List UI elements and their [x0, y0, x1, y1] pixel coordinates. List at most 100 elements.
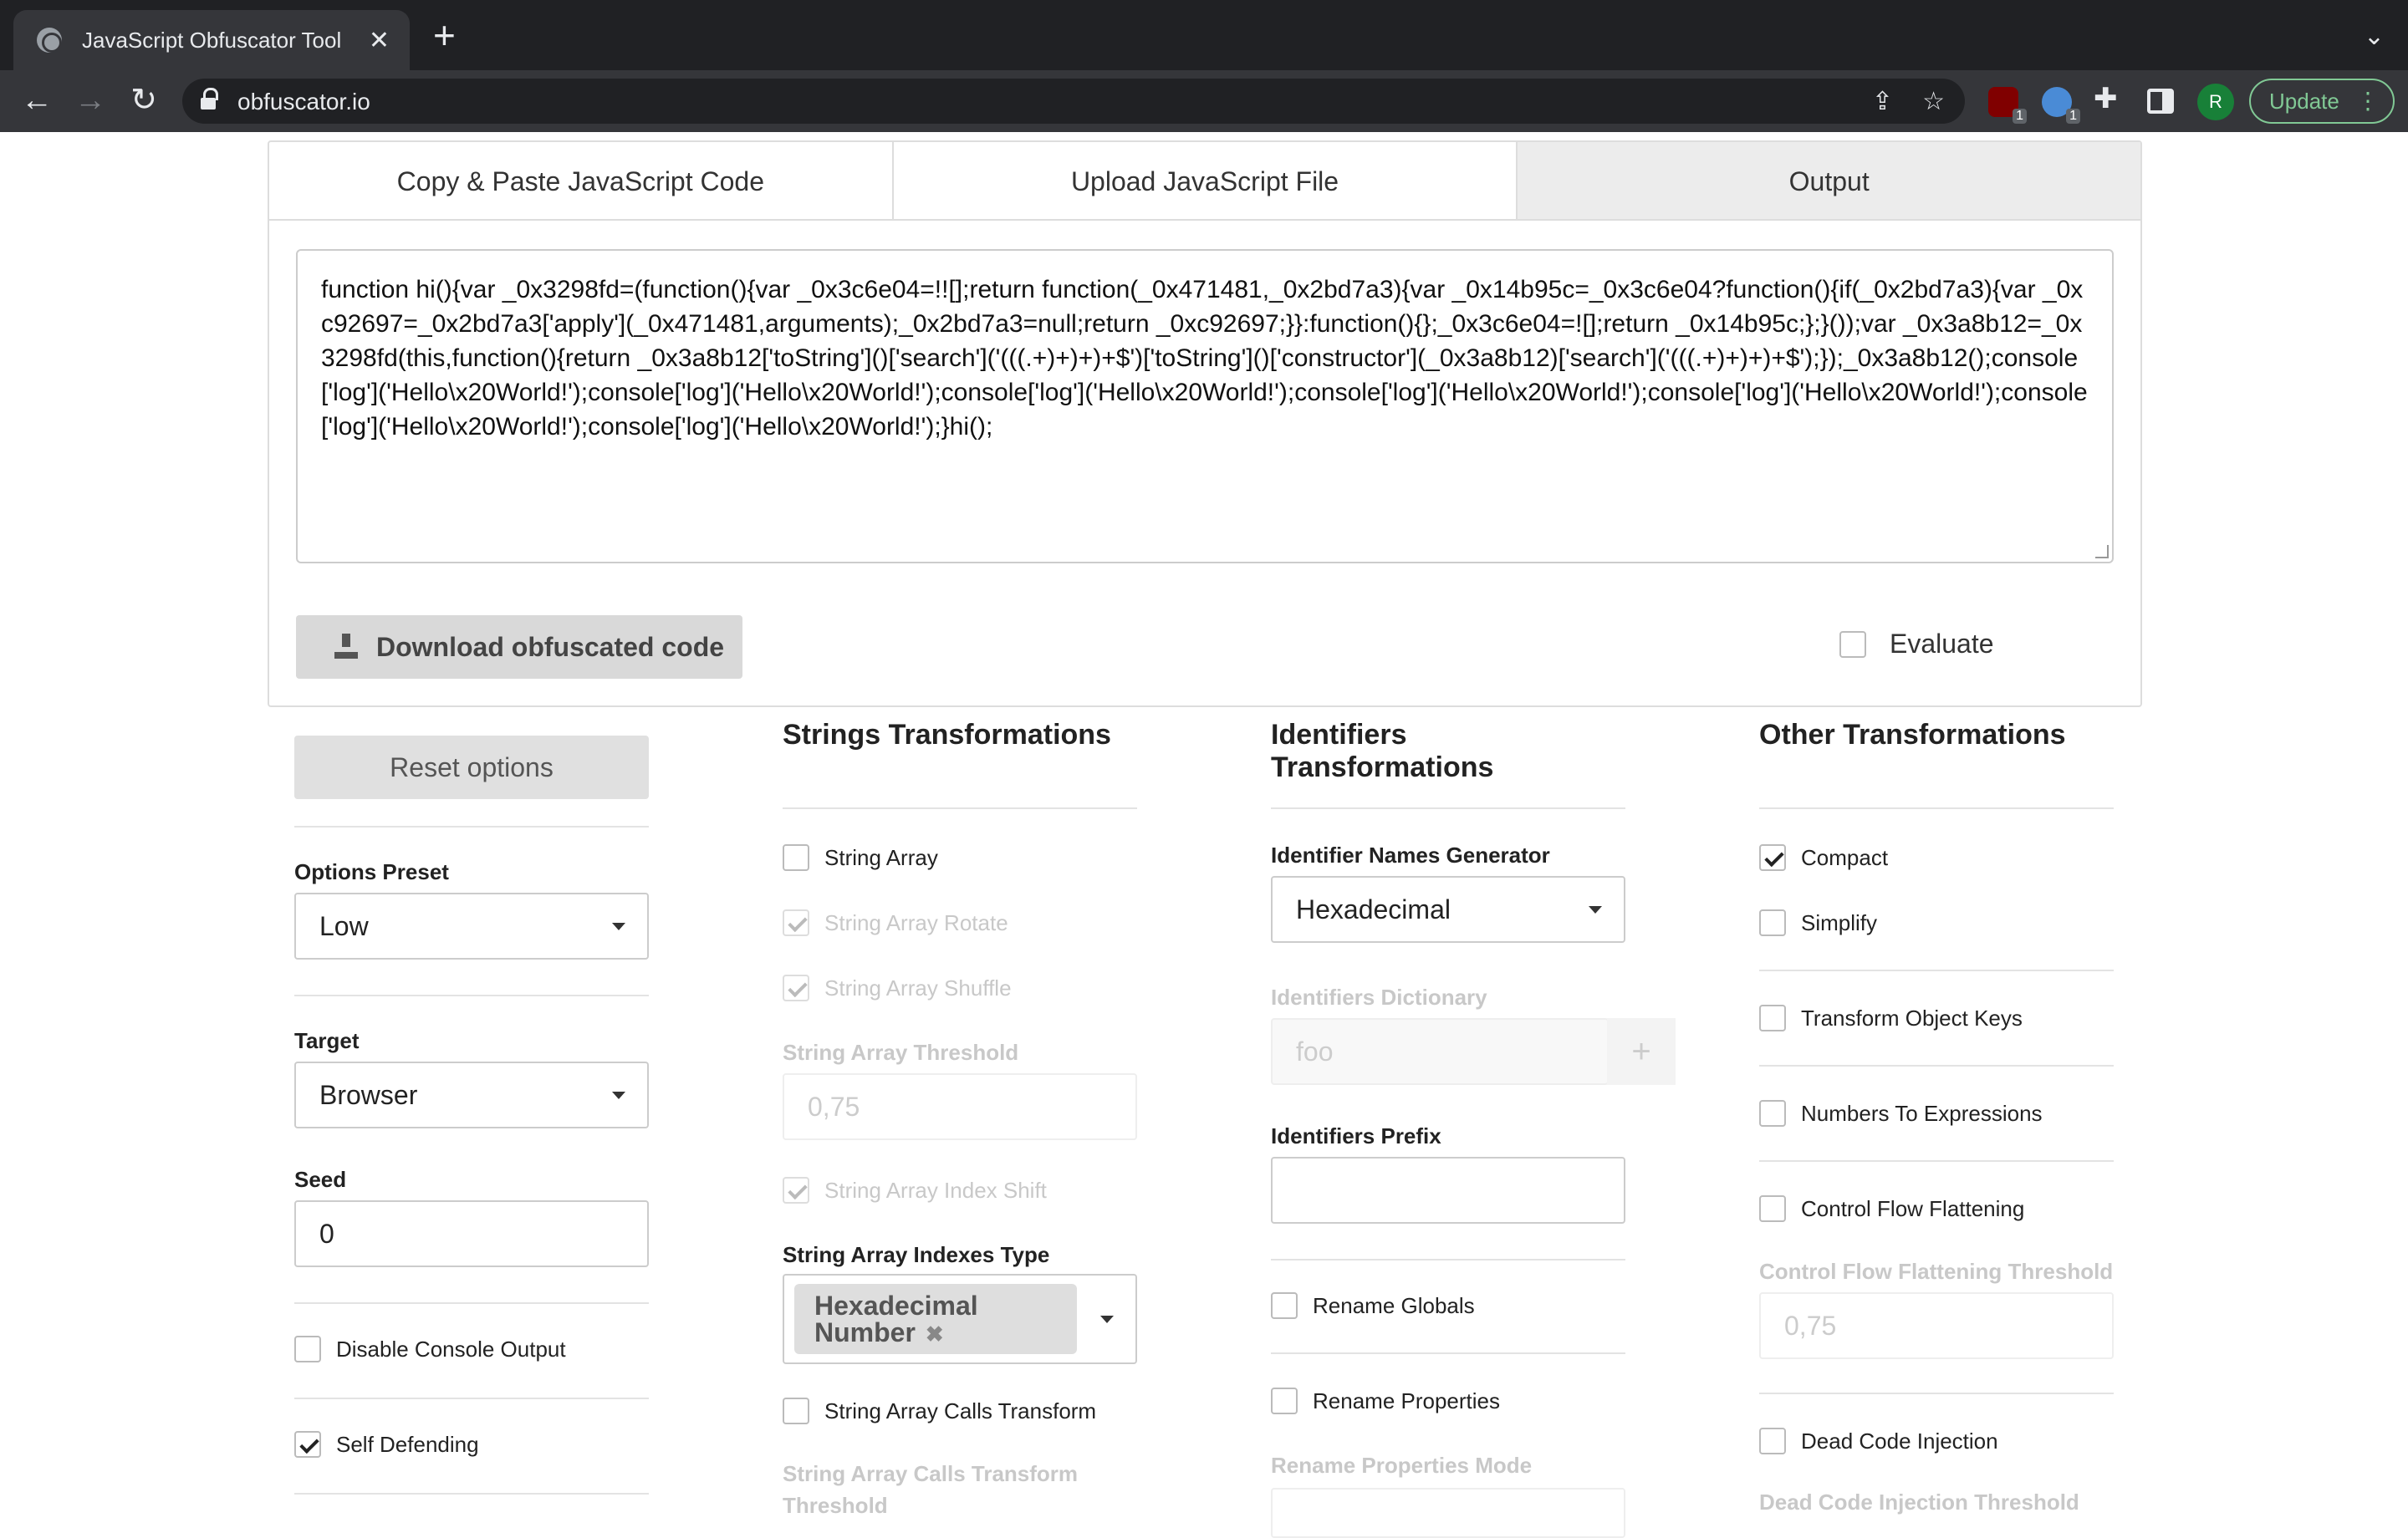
caret-down-icon	[1589, 906, 1602, 914]
profile-avatar[interactable]: R	[2197, 84, 2234, 120]
divider	[1271, 1352, 1625, 1354]
simplify-label: Simplify	[1801, 909, 1878, 935]
back-arrow-icon[interactable]: ←	[17, 80, 57, 120]
ublock-extension-icon[interactable]: 1	[1988, 87, 2027, 124]
tab-output[interactable]: Output	[1518, 142, 2141, 219]
string-array-rotate-option[interactable]: String Array Rotate	[783, 909, 1008, 936]
globe-icon	[37, 28, 62, 53]
cff-threshold-input[interactable]: 0,75	[1759, 1292, 2114, 1359]
forward-arrow-icon[interactable]: →	[70, 80, 110, 120]
dead-code-injection-option[interactable]: Dead Code Injection	[1759, 1428, 1998, 1454]
update-label: Update	[2269, 89, 2339, 114]
compact-checkbox[interactable]	[1759, 844, 1786, 871]
identifiers-prefix-label: Identifiers Prefix	[1271, 1123, 1441, 1148]
string-array-calls-transform-checkbox[interactable]	[783, 1398, 809, 1424]
string-array-calls-transform-label: String Array Calls Transform	[824, 1398, 1097, 1423]
share-icon[interactable]: ⇪	[1872, 87, 1893, 116]
string-array-option[interactable]: String Array	[783, 844, 938, 871]
divider	[1759, 1065, 2114, 1067]
string-array-shuffle-option[interactable]: String Array Shuffle	[783, 975, 1012, 1001]
options-preset-select[interactable]: Low	[294, 893, 649, 960]
string-array-checkbox[interactable]	[783, 844, 809, 871]
seed-value: 0	[319, 1219, 334, 1249]
ghostery-extension-icon[interactable]: 1	[2042, 87, 2080, 124]
disable-console-output-checkbox[interactable]	[294, 1336, 321, 1362]
rename-globals-option[interactable]: Rename Globals	[1271, 1292, 1475, 1319]
string-array-threshold-label: String Array Threshold	[783, 1040, 1019, 1065]
download-icon	[334, 634, 358, 659]
rename-properties-checkbox[interactable]	[1271, 1388, 1298, 1414]
address-bar[interactable]: obfuscator.io ⇪ ☆	[182, 79, 1965, 124]
divider	[1759, 1393, 2114, 1394]
url-text: obfuscator.io	[237, 89, 370, 115]
page-content: Copy & Paste JavaScript Code Upload Java…	[0, 132, 2408, 1538]
remove-tag-icon[interactable]: ✖	[926, 1322, 944, 1347]
divider	[1759, 1160, 2114, 1162]
rename-properties-option[interactable]: Rename Properties	[1271, 1388, 1500, 1414]
evaluate-checkbox-row[interactable]: Evaluate	[1839, 629, 1994, 660]
simplify-checkbox[interactable]	[1759, 909, 1786, 936]
lock-icon[interactable]	[201, 88, 218, 109]
transform-object-keys-checkbox[interactable]	[1759, 1005, 1786, 1031]
target-select[interactable]: Browser	[294, 1062, 649, 1128]
string-array-indexes-type-select[interactable]: Hexadecimal Number ✖	[783, 1274, 1137, 1364]
string-array-threshold-input[interactable]: 0,75	[783, 1073, 1137, 1140]
evaluate-checkbox[interactable]	[1839, 630, 1866, 658]
compact-label: Compact	[1801, 844, 1889, 870]
string-array-label: String Array	[824, 844, 938, 870]
update-button[interactable]: Update ⋮	[2249, 79, 2395, 124]
more-vert-icon[interactable]: ⋮	[2356, 80, 2380, 122]
output-code-text: function hi(){var _0x3298fd=(function(){…	[321, 276, 2088, 441]
seed-label: Seed	[294, 1167, 347, 1192]
add-dictionary-icon[interactable]: +	[1607, 1018, 1676, 1085]
control-flow-flattening-checkbox[interactable]	[1759, 1195, 1786, 1222]
divider	[294, 1398, 649, 1399]
seed-input[interactable]: 0	[294, 1200, 649, 1267]
string-array-rotate-checkbox[interactable]	[783, 909, 809, 936]
identifiers-transformations-heading: Identifiers Transformations	[1271, 719, 1494, 783]
rename-globals-checkbox[interactable]	[1271, 1292, 1298, 1319]
string-array-index-shift-option[interactable]: String Array Index Shift	[783, 1177, 1047, 1204]
tab-upload-file[interactable]: Upload JavaScript File	[894, 142, 1518, 219]
string-array-calls-transform-option[interactable]: String Array Calls Transform	[783, 1398, 1096, 1424]
disable-console-output-option[interactable]: Disable Console Output	[294, 1336, 566, 1362]
options-preset-value: Low	[319, 911, 369, 941]
numbers-to-expressions-option[interactable]: Numbers To Expressions	[1759, 1100, 2043, 1127]
side-panel-icon[interactable]	[2147, 89, 2174, 114]
self-defending-option[interactable]: Self Defending	[294, 1431, 479, 1458]
disable-console-output-label: Disable Console Output	[336, 1336, 566, 1362]
reload-icon[interactable]: ↻	[124, 80, 164, 120]
string-array-index-shift-checkbox[interactable]	[783, 1177, 809, 1204]
output-panel: Copy & Paste JavaScript Code Upload Java…	[268, 140, 2142, 707]
self-defending-checkbox[interactable]	[294, 1431, 321, 1458]
browser-toolbar: ← → ↻ obfuscator.io ⇪ ☆ 1 1 ✚ R Update ⋮	[0, 70, 2408, 132]
tab-copy-paste[interactable]: Copy & Paste JavaScript Code	[269, 142, 894, 219]
divider	[1759, 970, 2114, 971]
identifier-names-generator-select[interactable]: Hexadecimal	[1271, 876, 1625, 943]
identifiers-dictionary-placeholder: foo	[1296, 1036, 1334, 1067]
download-obfuscated-button[interactable]: Download obfuscated code	[296, 615, 742, 679]
browser-tab[interactable]: JavaScript Obfuscator Tool ✕	[13, 10, 410, 70]
close-icon[interactable]: ✕	[369, 26, 390, 55]
tab-title: JavaScript Obfuscator Tool	[82, 27, 342, 53]
output-code-textarea[interactable]: function hi(){var _0x3298fd=(function(){…	[296, 249, 2114, 563]
compact-option[interactable]: Compact	[1759, 844, 1888, 871]
chevron-down-icon[interactable]: ⌄	[2364, 22, 2385, 51]
dci-threshold-label: Dead Code Injection Threshold	[1759, 1490, 2079, 1515]
identifiers-dictionary-input[interactable]: foo	[1271, 1018, 1609, 1085]
numbers-to-expressions-checkbox[interactable]	[1759, 1100, 1786, 1127]
control-flow-flattening-option[interactable]: Control Flow Flattening	[1759, 1195, 2024, 1222]
string-array-shuffle-checkbox[interactable]	[783, 975, 809, 1001]
star-icon[interactable]: ☆	[1922, 87, 1945, 116]
rename-properties-mode-select[interactable]	[1271, 1488, 1625, 1538]
resize-handle-icon[interactable]	[2095, 545, 2109, 558]
identifiers-dictionary-label: Identifiers Dictionary	[1271, 985, 1487, 1010]
reset-options-button[interactable]: Reset options	[294, 736, 649, 799]
transform-object-keys-label: Transform Object Keys	[1801, 1005, 2023, 1031]
simplify-option[interactable]: Simplify	[1759, 909, 1877, 936]
transform-object-keys-option[interactable]: Transform Object Keys	[1759, 1005, 2023, 1031]
identifiers-prefix-input[interactable]	[1271, 1157, 1625, 1224]
new-tab-icon[interactable]: +	[433, 16, 456, 54]
extensions-puzzle-icon[interactable]: ✚	[2094, 82, 2124, 115]
dead-code-injection-checkbox[interactable]	[1759, 1428, 1786, 1454]
